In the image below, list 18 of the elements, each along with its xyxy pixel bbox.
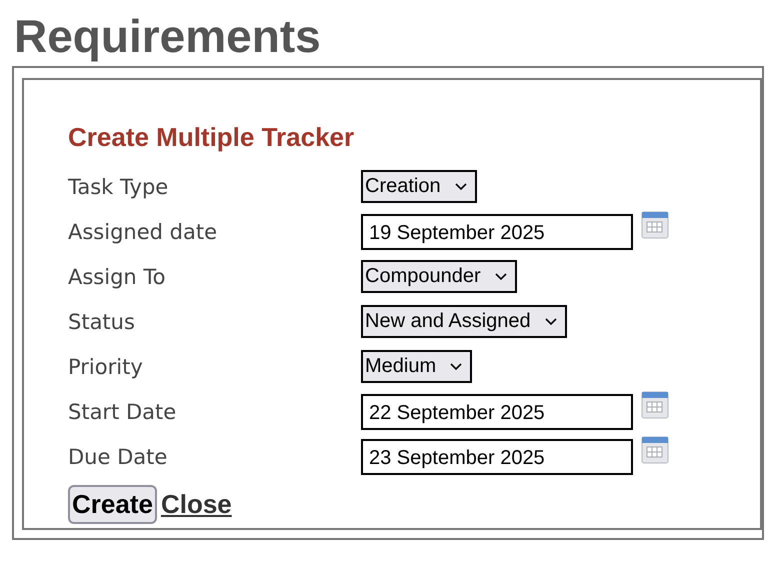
field-label: Task Type [68,174,170,198]
dropdown[interactable]: Creation [361,170,477,203]
field-label: Assigned date [68,220,218,244]
form-title: Create Multiple Tracker [68,121,356,154]
dropdown[interactable]: New and Assigned [361,305,567,338]
field-label: Status [68,310,136,334]
page-title: Requirements [14,9,322,64]
date-field[interactable]: 23 September 2025 [361,438,633,474]
create-button[interactable]: Create [68,485,157,524]
field-label: Priority [68,354,144,378]
dropdown[interactable]: Medium [361,350,472,383]
field-label: Start Date [68,400,178,424]
close-link[interactable]: Close [160,489,232,520]
date-field[interactable]: 22 September 2025 [361,394,633,430]
field-label: Assign To [68,264,167,288]
dropdown[interactable]: Compounder [361,260,517,293]
field-label: Due Date [68,444,168,468]
date-field[interactable]: 19 September 2025 [361,214,633,250]
